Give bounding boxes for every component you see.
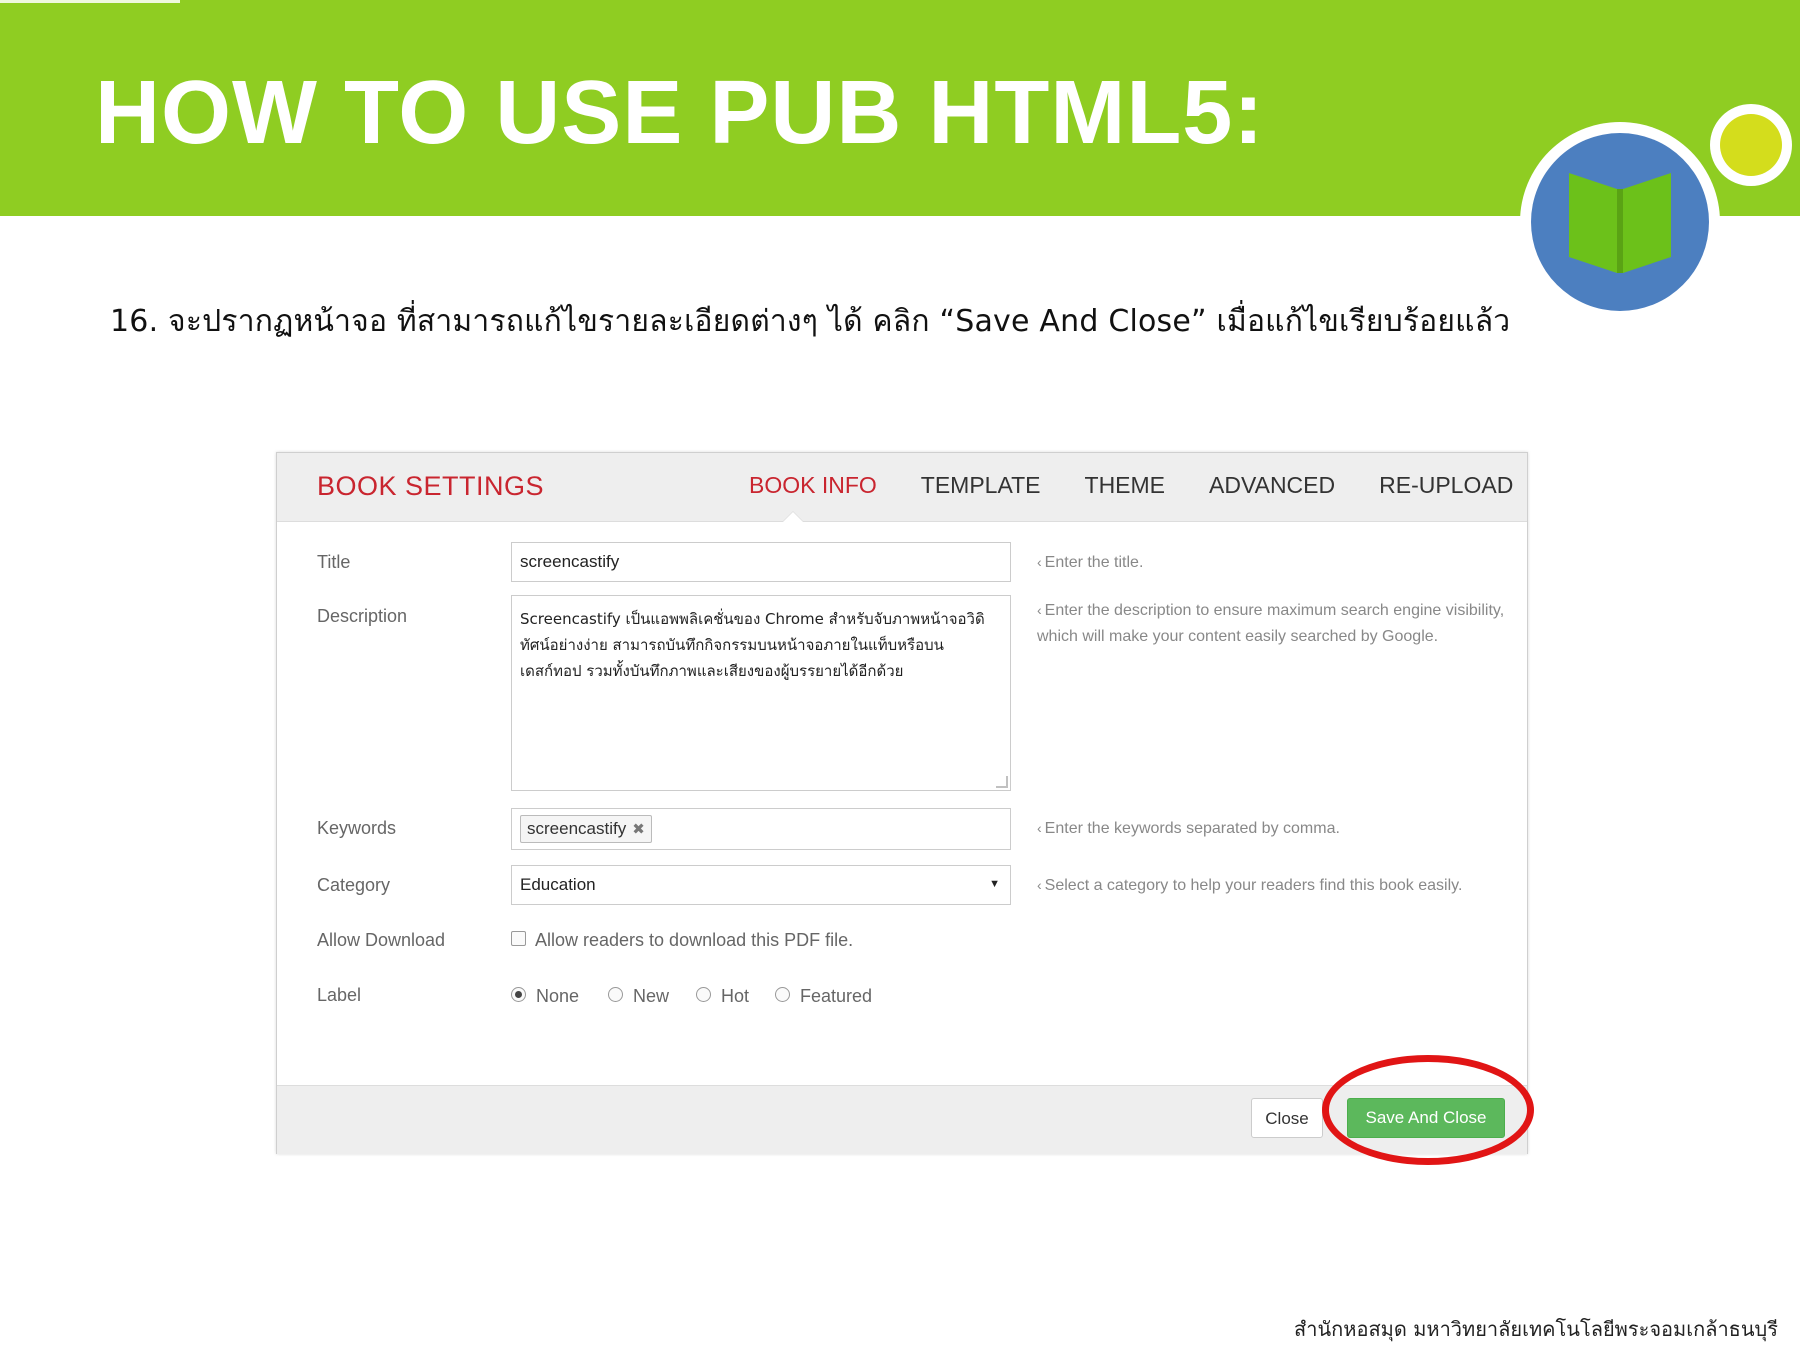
title-hint-text: Enter the title. [1044,554,1144,571]
slide-title: HOW TO USE PUB HTML5: [95,63,1265,163]
keywords-hint-text: Enter the keywords separated by comma. [1044,820,1340,837]
close-button[interactable]: Close [1251,1098,1323,1138]
allow-download-label: Allow Download [317,930,446,950]
remove-tag-icon[interactable]: ✖ [632,821,645,838]
description-hint-text: Enter the description to ensure maximum … [1037,602,1505,645]
keyword-tag-text: screencastify [527,819,627,838]
description-hint: ‹ Enter the description to ensure maximum… [1037,597,1507,650]
logo-dot [1720,114,1782,176]
settings-tabs: BOOK INFO TEMPLATE THEME ADVANCED RE-UPL… [727,472,1535,499]
category-hint: ‹ Select a category to help your readers … [1037,872,1507,899]
label-label: Label [317,985,362,1005]
title-label: Title [317,552,351,572]
tab-template[interactable]: TEMPLATE [899,472,1063,499]
footer-credit: สำนักหอสมุด มหาวิทยาลัยเทคโนโลยีพระจอมเก… [1294,1317,1778,1341]
tab-advanced[interactable]: ADVANCED [1187,472,1357,499]
chevron-left-icon: ‹ [1037,877,1042,893]
keywords-label: Keywords [317,818,397,838]
category-value: Education [520,875,596,894]
library-logo [1520,122,1720,322]
tab-re-upload[interactable]: RE-UPLOAD [1357,472,1535,499]
category-hint-text: Select a category to help your readers f… [1044,877,1463,894]
allow-download-checkbox-label[interactable]: Allow readers to download this PDF file. [535,930,853,951]
book-settings-dialog: BOOK SETTINGS BOOK INFO TEMPLATE THEME A… [276,452,1528,1154]
tab-theme[interactable]: THEME [1063,472,1188,499]
title-input[interactable]: screencastify [511,542,1011,582]
logo-circle [1531,133,1709,311]
label-radio-none-text[interactable]: None [536,986,579,1007]
highlight-circle [1322,1055,1534,1165]
keywords-input[interactable]: screencastify ✖ [511,808,1011,850]
description-label: Description [317,606,408,626]
active-tab-pointer [783,512,803,522]
instruction-text: 16. จะปรากฏหน้าจอ ที่สามารถแก้ไขรายละเอี… [110,304,1511,339]
description-text: Screencastify เป็นแอพพลิเคชั่นของ Chrome… [520,610,985,680]
dialog-header: BOOK SETTINGS BOOK INFO TEMPLATE THEME A… [277,453,1527,522]
label-radio-new-text[interactable]: New [633,986,669,1007]
chevron-left-icon: ‹ [1037,554,1042,570]
description-textarea[interactable]: Screencastify เป็นแอพพลิเคชั่นของ Chrome… [511,595,1011,791]
chevron-left-icon: ‹ [1037,602,1042,618]
label-radio-featured[interactable] [775,987,790,1002]
label-radio-hot[interactable] [696,987,711,1002]
label-radio-hot-text[interactable]: Hot [721,986,749,1007]
allow-download-checkbox[interactable] [511,931,526,946]
label-radio-new[interactable] [608,987,623,1002]
top-accent-line [0,0,180,3]
open-book-icon [1569,173,1671,273]
keywords-hint: ‹ Enter the keywords separated by comma. [1037,815,1507,842]
tab-book-info[interactable]: BOOK INFO [727,472,899,499]
category-label: Category [317,875,391,895]
chevron-left-icon: ‹ [1037,820,1042,836]
title-hint: ‹ Enter the title. [1037,549,1507,576]
dropdown-arrow-icon: ▼ [989,878,1000,890]
dialog-title: BOOK SETTINGS [317,471,545,501]
label-radio-featured-text[interactable]: Featured [800,986,872,1007]
category-select[interactable]: Education ▼ [511,865,1011,905]
keyword-tag: screencastify ✖ [520,815,652,843]
resize-grip-icon[interactable] [996,776,1008,788]
label-radio-none[interactable] [511,987,526,1002]
